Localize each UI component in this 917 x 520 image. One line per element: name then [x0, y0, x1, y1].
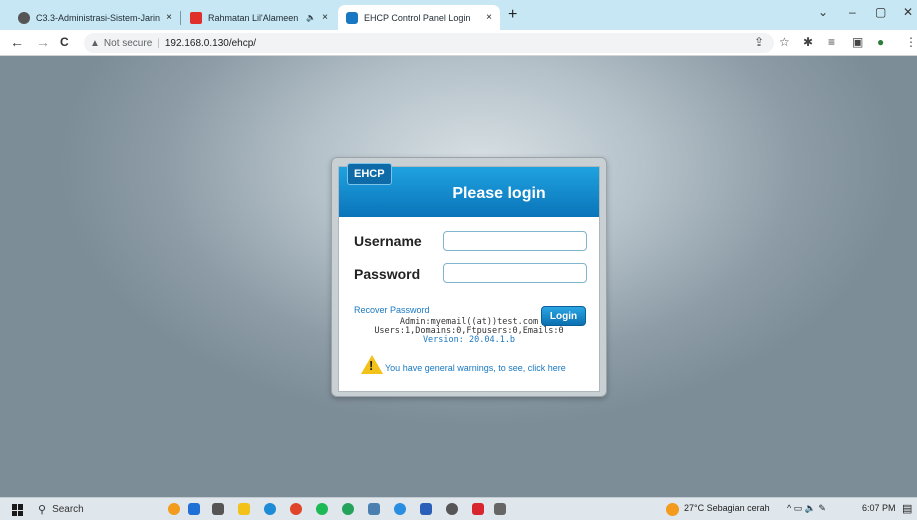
- password-input[interactable]: [443, 263, 587, 283]
- address-separator: |: [157, 37, 160, 49]
- close-window-button[interactable]: ✕: [903, 5, 913, 19]
- login-panel: EHCP Please login Username Password Reco…: [331, 157, 607, 397]
- media-icon[interactable]: ≡: [828, 35, 835, 49]
- app-red-icon[interactable]: [472, 503, 484, 515]
- share-icon[interactable]: ⇪: [754, 35, 764, 49]
- sidebar-icon[interactable]: ▣: [852, 35, 863, 49]
- tab-administrasi[interactable]: C3.3-Administrasi-Sistem-Jaringa ×: [10, 5, 180, 30]
- reload-button[interactable]: C: [60, 35, 69, 49]
- recover-password-link[interactable]: Recover Password: [354, 305, 430, 315]
- login-header: EHCP Please login: [339, 163, 599, 217]
- widgets-icon[interactable]: [168, 503, 180, 515]
- login-panel-body: EHCP Please login Username Password Reco…: [338, 163, 600, 392]
- taskbar-search[interactable]: ⚲ Search: [38, 500, 156, 519]
- tab-title: EHCP Control Panel Login: [364, 12, 471, 23]
- notification-icon[interactable]: ▤: [902, 502, 912, 515]
- ehcp-favicon-icon: [346, 11, 358, 24]
- task-view-icon[interactable]: [212, 503, 224, 515]
- username-label: Username: [354, 233, 422, 249]
- system-tray-icons[interactable]: ^ ▭ 🔈 ✎: [787, 503, 826, 514]
- windows-taskbar: ⚲ Search 27°C Sebagian cerah ^ ▭ 🔈 ✎ 6:0…: [0, 497, 917, 520]
- edge-icon[interactable]: [264, 503, 276, 515]
- warning-icon: !: [361, 355, 383, 374]
- globe-favicon-icon: [18, 11, 30, 24]
- youtube-favicon-icon: [190, 11, 202, 24]
- star-icon[interactable]: ☆: [779, 35, 790, 49]
- app-gray-icon[interactable]: [494, 503, 506, 515]
- search-placeholder: Search: [52, 504, 84, 515]
- tab-search-icon[interactable]: ⌄: [818, 5, 828, 19]
- vpn-icon[interactable]: [368, 503, 380, 515]
- tab-ehcp-login[interactable]: EHCP Control Panel Login ×: [338, 5, 500, 30]
- weather-icon[interactable]: [666, 503, 679, 516]
- back-button[interactable]: ←: [10, 34, 24, 50]
- audio-icon[interactable]: 🔈: [306, 13, 316, 22]
- address-bar[interactable]: ▲ Not secure | 192.168.0.130/ehcp/: [84, 33, 774, 53]
- browser-toolbar: ← → C ▲ Not secure | 192.168.0.130/ehcp/…: [0, 30, 917, 56]
- profile-icon[interactable]: ●: [877, 35, 884, 49]
- login-title: Please login: [452, 185, 546, 202]
- tab-title: Rahmatan Lil'Alameen - Mal: [208, 12, 300, 23]
- new-tab-button[interactable]: +: [508, 6, 517, 24]
- close-tab-icon[interactable]: ×: [486, 12, 492, 23]
- username-input[interactable]: [443, 231, 587, 251]
- close-tab-icon[interactable]: ×: [166, 12, 172, 23]
- ehcp-logo: EHCP: [347, 163, 392, 185]
- general-warnings[interactable]: ! You have general warnings, to see, cli…: [361, 355, 566, 374]
- spotify-icon[interactable]: [316, 503, 328, 515]
- tab-title: C3.3-Administrasi-Sistem-Jaringa: [36, 12, 161, 23]
- tab-rahmatan[interactable]: Rahmatan Lil'Alameen - Mal 🔈 ×: [182, 5, 336, 30]
- password-label: Password: [354, 266, 421, 282]
- close-tab-icon[interactable]: ×: [322, 12, 328, 23]
- vlc-icon[interactable]: [188, 503, 200, 515]
- security-label: Not secure: [103, 37, 153, 49]
- forward-button[interactable]: →: [36, 34, 50, 50]
- whatsapp-icon[interactable]: [342, 503, 354, 515]
- weather-text[interactable]: 27°C Sebagian cerah: [684, 503, 770, 513]
- file-explorer-icon[interactable]: [238, 503, 250, 515]
- clock[interactable]: 6:07 PM: [862, 503, 896, 513]
- not-secure-icon[interactable]: ▲: [90, 38, 100, 49]
- tab-separator: [180, 11, 181, 25]
- chrome-icon[interactable]: [290, 503, 302, 515]
- word-icon[interactable]: [420, 503, 432, 515]
- browser-tab-strip: C3.3-Administrasi-Sistem-Jaringa × Rahma…: [0, 0, 917, 30]
- windows-start-icon[interactable]: [12, 504, 24, 516]
- minimize-button[interactable]: –: [849, 5, 856, 19]
- url-text[interactable]: 192.168.0.130/ehcp/: [165, 38, 256, 49]
- search-icon: ⚲: [38, 504, 47, 516]
- version-text: Version: 20.04.1.b: [422, 335, 516, 345]
- general-warnings-link[interactable]: You have general warnings, to see, click…: [385, 363, 566, 373]
- extensions-icon[interactable]: ✱: [803, 35, 813, 49]
- settings-icon[interactable]: [446, 503, 458, 515]
- maximize-button[interactable]: ▢: [875, 5, 886, 19]
- menu-icon[interactable]: ⋮: [905, 35, 917, 49]
- chrome-alt-icon[interactable]: [394, 503, 406, 515]
